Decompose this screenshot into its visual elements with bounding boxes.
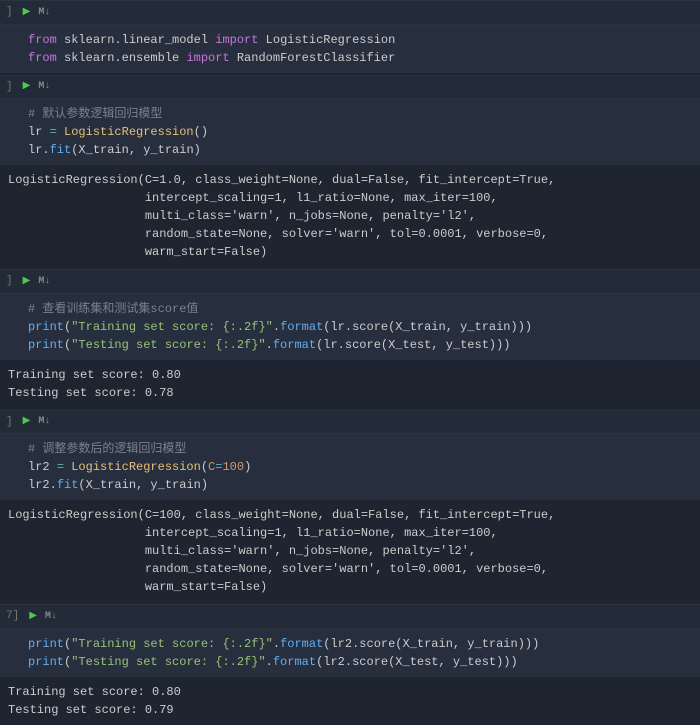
- cell-toolbar: ] ▶ M↓: [0, 410, 700, 435]
- code-cell-3: ] ▶ M↓ # 查看训练集和测试集score值 print("Training…: [0, 269, 700, 408]
- code-cell-5: 7] ▶ M↓ print("Training set score: {:.2f…: [0, 604, 700, 725]
- code-editor[interactable]: print("Training set score: {:.2f}".forma…: [0, 629, 700, 677]
- markdown-icon[interactable]: M↓: [38, 79, 50, 94]
- markdown-icon[interactable]: M↓: [38, 274, 50, 289]
- cell-bracket: ]: [6, 79, 13, 96]
- code-editor[interactable]: # 查看训练集和测试集score值 print("Training set sc…: [0, 294, 700, 360]
- cell-output: LogisticRegression(C=100, class_weight=N…: [0, 500, 700, 602]
- cell-bracket: ]: [6, 414, 13, 431]
- code-editor[interactable]: # 调整参数后的逻辑回归模型 lr2 = LogisticRegression(…: [0, 434, 700, 500]
- code-cell-2: ] ▶ M↓ # 默认参数逻辑回归模型 lr = LogisticRegress…: [0, 75, 700, 268]
- run-icon[interactable]: ▶: [23, 5, 31, 20]
- code-cell-4: ] ▶ M↓ # 调整参数后的逻辑回归模型 lr2 = LogisticRegr…: [0, 410, 700, 603]
- markdown-icon[interactable]: M↓: [38, 414, 50, 429]
- markdown-icon[interactable]: M↓: [38, 5, 50, 20]
- markdown-icon[interactable]: M↓: [45, 609, 57, 624]
- run-icon[interactable]: ▶: [23, 79, 31, 94]
- cell-toolbar: ] ▶ M↓: [0, 269, 700, 294]
- cell-output: Training set score: 0.80 Testing set sco…: [0, 677, 700, 725]
- cell-toolbar: 7] ▶ M↓: [0, 604, 700, 629]
- cell-toolbar: ] ▶ M↓: [0, 0, 700, 25]
- run-icon[interactable]: ▶: [23, 274, 31, 289]
- cell-toolbar: ] ▶ M↓: [0, 75, 700, 100]
- cell-output: Training set score: 0.80 Testing set sco…: [0, 360, 700, 408]
- code-editor[interactable]: # 默认参数逻辑回归模型 lr = LogisticRegression() l…: [0, 99, 700, 165]
- run-icon[interactable]: ▶: [23, 414, 31, 429]
- code-cell-1: ] ▶ M↓ from sklearn.linear_model import …: [0, 0, 700, 73]
- cell-output: LogisticRegression(C=1.0, class_weight=N…: [0, 165, 700, 267]
- code-editor[interactable]: from sklearn.linear_model import Logisti…: [0, 25, 700, 73]
- cell-bracket: 7]: [6, 608, 19, 625]
- cell-bracket: ]: [6, 4, 13, 21]
- run-icon[interactable]: ▶: [29, 609, 37, 624]
- cell-bracket: ]: [6, 273, 13, 290]
